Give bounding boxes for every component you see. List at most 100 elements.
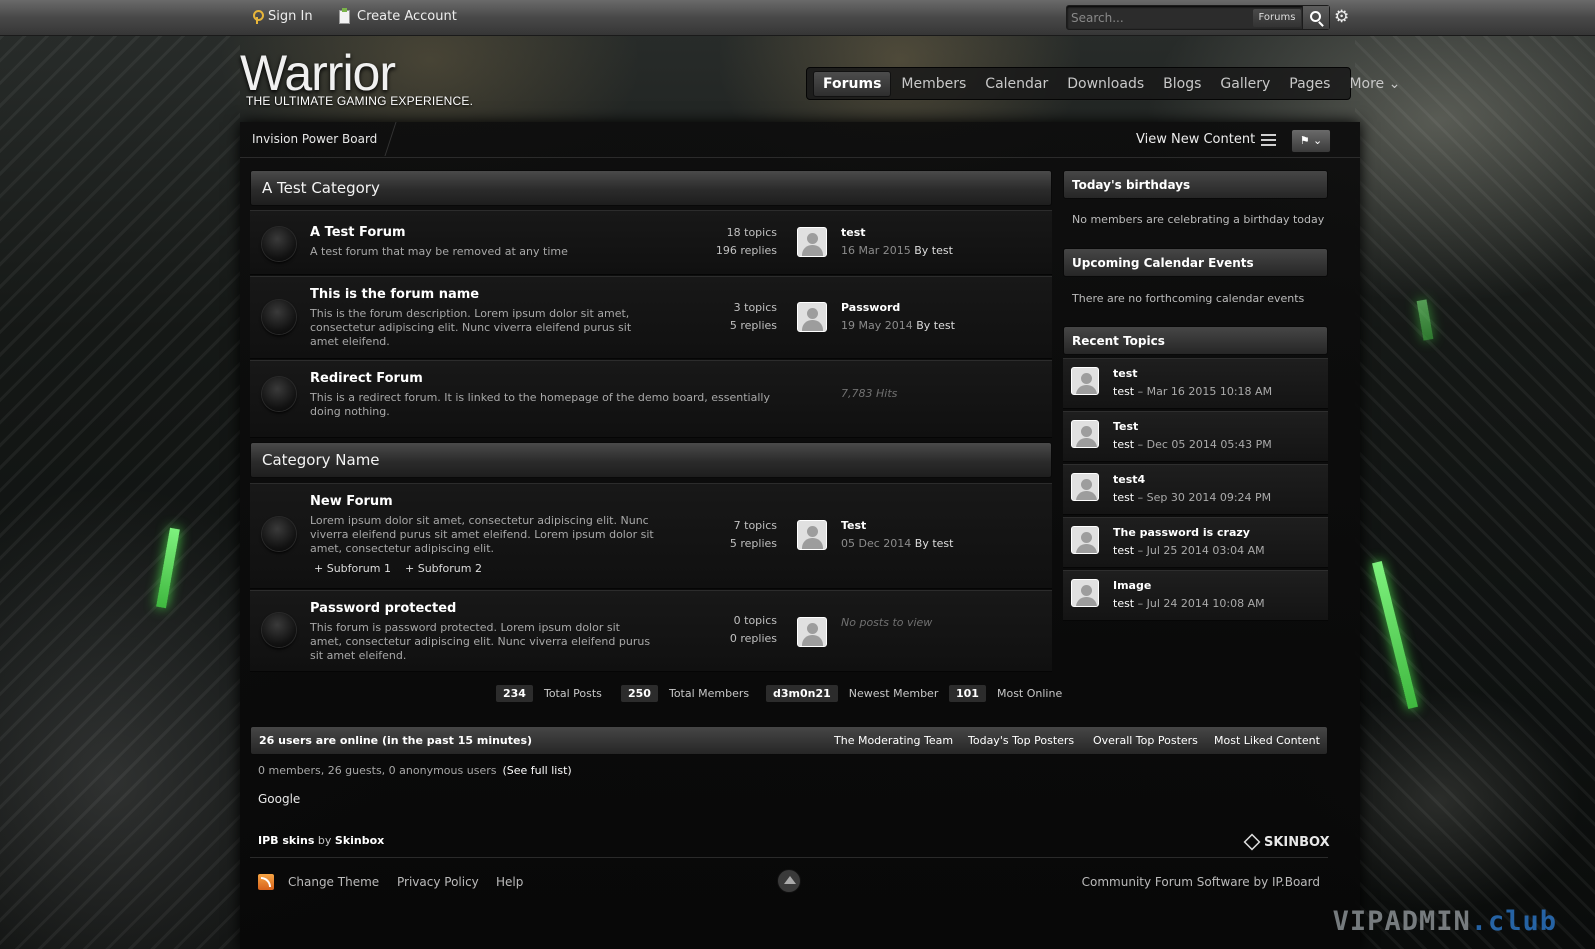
forum-name[interactable]: Redirect Forum [310,371,423,386]
calendar-events-header[interactable]: Upcoming Calendar Events [1063,248,1328,277]
no-posts-text: No posts to view [841,616,933,629]
forum-stats: 0 topics 0 replies [730,612,777,648]
avatar[interactable] [1071,526,1099,554]
recent-topic-item: Test test – Dec 05 2014 05:43 PM [1063,411,1328,462]
subforum-link[interactable]: + Subforum 2 [405,562,482,575]
forum-name[interactable]: A Test Forum [310,225,406,240]
watermark-domain: .club [1470,906,1557,937]
last-post-title[interactable]: Test [841,519,866,532]
avatar[interactable] [1071,579,1099,607]
recent-topic-title[interactable]: test [1113,367,1138,380]
recent-topic-title[interactable]: Image [1113,579,1151,592]
topic-count: 0 topics [733,614,777,627]
recent-topic-meta: test – Sep 30 2014 09:24 PM [1113,491,1271,504]
sign-in-link[interactable]: Sign In [252,9,313,24]
last-post-meta: 05 Dec 2014 By test [841,537,953,550]
search-button[interactable] [1302,6,1329,29]
recent-topic-author[interactable]: test [1113,491,1134,504]
recent-topic-title[interactable]: The password is crazy [1113,526,1250,539]
forum-row: This is the forum name This is the forum… [250,276,1052,359]
recent-topic-item: The password is crazy test – Jul 25 2014… [1063,517,1328,568]
create-account-label: Create Account [357,9,457,24]
last-post-author[interactable]: By test [914,244,953,257]
reply-count: 0 replies [729,632,777,645]
privacy-policy-link[interactable]: Privacy Policy [397,875,479,889]
search-scope-button[interactable]: Forums [1253,9,1301,27]
forum-name[interactable]: This is the forum name [310,287,479,302]
create-account-link[interactable]: Create Account [339,7,457,24]
stat-most-online: 101 Most Online [948,684,1062,703]
recent-topic-author[interactable]: test [1113,597,1134,610]
forum-read-icon [262,517,296,551]
stat-value: 101 [948,684,987,703]
stat-label: Total Posts [543,687,602,700]
category-header[interactable]: A Test Category [250,170,1052,206]
online-users-bar: 26 users are online (in the past 15 minu… [250,726,1328,755]
last-post-date: 05 Dec 2014 [841,537,912,550]
avatar[interactable] [1071,473,1099,501]
change-theme-link[interactable]: Change Theme [288,875,379,889]
back-to-top-button[interactable] [777,869,801,893]
breadcrumb-bar: Invision Power Board View New Content ⚑ … [240,122,1360,158]
newest-member-link[interactable]: d3m0n21 [765,684,839,703]
nav-tab-members[interactable]: Members [892,72,975,96]
forum-name[interactable]: Password protected [310,601,456,616]
birthdays-header[interactable]: Today's birthdays [1063,170,1328,199]
list-icon[interactable] [1261,134,1276,146]
last-post-title[interactable]: Password [841,301,900,314]
stat-value: 250 [620,684,659,703]
ipb-skins-link[interactable]: IPB skins [258,834,314,847]
avatar[interactable] [797,227,827,257]
search-icon [1310,11,1321,22]
forum-name[interactable]: New Forum [310,494,393,509]
most-liked-content-link[interactable]: Most Liked Content [1214,734,1320,747]
recent-topic-author[interactable]: test [1113,385,1134,398]
last-post-date: 16 Mar 2015 [841,244,911,257]
recent-topic-author[interactable]: test [1113,438,1134,451]
rss-icon[interactable] [258,874,274,890]
nav-tab-more[interactable]: More ⌄ [1340,72,1409,96]
search-input[interactable] [1071,9,1249,27]
last-post-author[interactable]: By test [915,537,954,550]
recent-topic-title[interactable]: test4 [1113,473,1145,486]
page-wrapper: Warrior THE ULTIMATE GAMING EXPERIENCE. … [240,36,1400,949]
nav-tab-pages[interactable]: Pages [1280,72,1339,96]
subforum-link[interactable]: + Subforum 1 [314,562,391,575]
last-post-date: 19 May 2014 [841,319,913,332]
forum-stats: 18 topics 196 replies [716,224,777,260]
gear-icon[interactable]: ⚙ [1334,8,1349,26]
main-nav: Forums Members Calendar Downloads Blogs … [806,67,1400,100]
moderating-team-link[interactable]: The Moderating Team [834,734,953,747]
language-button[interactable]: ⚑ ⌄ [1291,129,1331,153]
todays-top-posters-link[interactable]: Today's Top Posters [968,734,1074,747]
nav-tab-gallery[interactable]: Gallery [1211,72,1279,96]
cube-icon [1243,833,1261,851]
nav-tab-calendar[interactable]: Calendar [976,72,1057,96]
overall-top-posters-link[interactable]: Overall Top Posters [1093,734,1198,747]
avatar[interactable] [1071,367,1099,395]
category-header[interactable]: Category Name [250,442,1052,478]
avatar[interactable] [797,302,827,332]
recent-topic-title[interactable]: Test [1113,420,1138,433]
recent-topics-header[interactable]: Recent Topics [1063,326,1328,355]
view-new-content-link[interactable]: View New Content [1136,132,1255,147]
help-link[interactable]: Help [496,875,523,889]
stat-value: 234 [495,684,534,703]
topic-count: 3 topics [733,301,777,314]
avatar[interactable] [1071,420,1099,448]
recent-topic-author[interactable]: test [1113,544,1134,557]
see-full-list-link[interactable]: (See full list) [502,764,571,777]
skinbox-link[interactable]: Skinbox [335,834,384,847]
avatar[interactable] [797,520,827,550]
last-post-author[interactable]: By test [916,319,955,332]
breadcrumb[interactable]: Invision Power Board [252,132,377,146]
stat-total-posts: 234 Total Posts [495,684,602,703]
nav-tab-forums[interactable]: Forums [813,70,892,97]
nav-tab-blogs[interactable]: Blogs [1154,72,1210,96]
skinbox-logo[interactable]: SKINBOX [1243,833,1330,851]
last-post-title[interactable]: test [841,226,866,239]
forum-row: Password protected This forum is passwor… [250,590,1052,672]
nav-tab-downloads[interactable]: Downloads [1058,72,1153,96]
powered-by-link[interactable]: Community Forum Software by IP.Board [1082,875,1320,889]
category-title: A Test Category [262,179,380,197]
